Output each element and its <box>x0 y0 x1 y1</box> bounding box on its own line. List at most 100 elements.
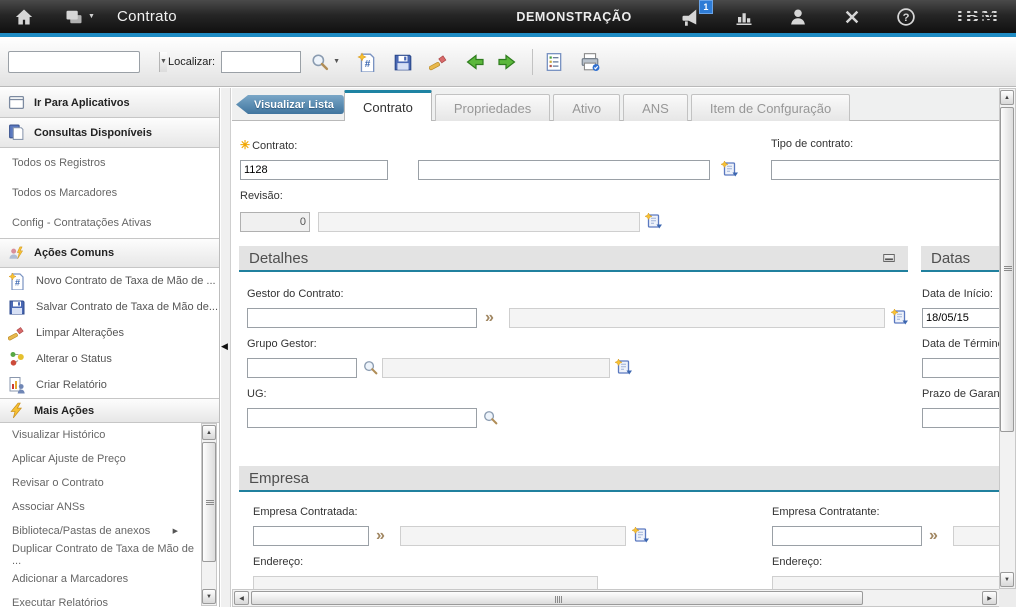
revisao-detail-menu-button[interactable] <box>644 212 664 230</box>
tab-propriedades[interactable]: Propriedades <box>435 94 550 121</box>
more-action-associate-slas[interactable]: Associar ANSs <box>0 495 200 519</box>
action-change-status[interactable]: Alterar o Status <box>0 346 219 372</box>
more-action-view-history[interactable]: Visualizar Histórico <box>0 423 200 447</box>
tabs: Contrato Propriedades Ativo ANS Item de … <box>344 90 853 121</box>
scrollbar-thumb[interactable] <box>1000 107 1014 432</box>
empresa-contratante-input[interactable] <box>772 526 922 546</box>
grupo-gestor-select-value-button[interactable] <box>362 359 379 376</box>
more-action-revise-contract[interactable]: Revisar o Contrato <box>0 471 200 495</box>
prazo-garantia-input[interactable] <box>922 408 999 428</box>
action-create-report[interactable]: Criar Relatório <box>0 372 219 398</box>
sidebar-section-more-actions: Mais Ações <box>0 398 219 423</box>
tab-ativo[interactable]: Ativo <box>553 94 620 121</box>
contrato-input[interactable] <box>240 160 388 180</box>
empresa-title: Empresa <box>249 470 309 487</box>
save-button[interactable] <box>390 49 416 75</box>
action-label: Limpar Alterações <box>36 327 124 339</box>
view-list-button[interactable]: Visualizar Lista <box>236 95 344 114</box>
ug-input[interactable] <box>247 408 477 428</box>
more-action-run-reports[interactable]: Executar Relatórios <box>0 591 200 607</box>
contrato-description-input[interactable] <box>418 160 710 180</box>
previous-record-button[interactable] <box>462 49 488 75</box>
collapse-sidebar-arrow[interactable]: ◀ <box>221 341 228 352</box>
find-input[interactable] <box>221 51 301 73</box>
reports-button[interactable] <box>734 7 754 27</box>
record-combo[interactable]: ▼ <box>8 51 140 73</box>
next-record-button[interactable] <box>494 49 520 75</box>
revisao-description-input <box>318 212 640 232</box>
more-action-duplicate-contract[interactable]: Duplicar Contrato de Taxa de Mão de ... <box>0 543 200 567</box>
datas-title: Datas <box>931 250 970 267</box>
print-icon <box>580 52 600 72</box>
main-panel: Visualizar Lista Contrato Propriedades A… <box>232 88 1016 607</box>
scroll-up-button[interactable]: ▲ <box>202 425 216 440</box>
sidebar: Ir Para Aplicativos Consultas Disponívei… <box>0 88 220 607</box>
goto-chevron-icon[interactable]: » <box>929 526 938 546</box>
action-clear-changes[interactable]: Limpar Alterações <box>0 320 219 346</box>
query-item-active-contracts[interactable]: Config - Contratações Ativas <box>0 208 219 238</box>
goto-chevron-icon[interactable]: » <box>485 308 494 328</box>
logout-button[interactable] <box>842 7 862 27</box>
minimize-icon[interactable] <box>882 251 896 265</box>
search-icon <box>482 409 499 426</box>
tab-ans[interactable]: ANS <box>623 94 688 121</box>
grupo-gestor-detail-menu-button[interactable] <box>614 358 634 376</box>
scrollbar-thumb[interactable] <box>202 442 216 562</box>
contrato-detail-menu-button[interactable] <box>720 160 740 178</box>
scroll-down-button[interactable]: ▼ <box>1000 572 1014 587</box>
environment-label: DEMONSTRAÇÃO <box>516 10 632 24</box>
record-combo-input[interactable] <box>9 52 159 72</box>
print-button[interactable] <box>577 49 603 75</box>
tab-item-de-configuracao[interactable]: Item de Confguração <box>691 94 850 121</box>
detail-menu-icon <box>614 358 634 376</box>
more-action-add-to-bookmarks[interactable]: Adicionar a Marcadores <box>0 567 200 591</box>
profile-icon <box>788 7 808 27</box>
gestor-description-input <box>509 308 885 328</box>
scroll-up-button[interactable]: ▲ <box>1000 90 1014 105</box>
sidebar-section-common-actions: Ações Comuns <box>0 238 219 268</box>
search-options-caret[interactable]: ▼ <box>333 58 340 65</box>
empresa-contratada-detail-menu-button[interactable] <box>631 526 651 544</box>
more-action-attachment-library[interactable]: Biblioteca/Pastas de anexos▶ <box>0 519 200 543</box>
next-record-icon <box>497 52 517 72</box>
reports-icon <box>734 7 754 27</box>
query-item-all-records[interactable]: Todos os Registros <box>0 148 219 178</box>
tipo-contrato-input[interactable] <box>771 160 999 180</box>
empresa-contratada-input[interactable] <box>253 526 369 546</box>
combo-caret-button[interactable]: ▼ <box>159 52 167 72</box>
more-action-apply-price-adjustment[interactable]: Aplicar Ajuste de Preço <box>0 447 200 471</box>
tipo-contrato-label: Tipo de contrato: <box>771 138 853 150</box>
query-item-all-bookmarks[interactable]: Todos os Marcadores <box>0 178 219 208</box>
gestor-input[interactable] <box>247 308 477 328</box>
clear-changes-button[interactable] <box>426 49 452 75</box>
sidebar-item-go-to[interactable]: Ir Para Aplicativos <box>0 88 219 118</box>
action-save-contract[interactable]: Salvar Contrato de Taxa de Mão de... <box>0 294 219 320</box>
scroll-down-button[interactable]: ▼ <box>202 589 216 604</box>
empresa-contratante-label: Empresa Contratante: <box>772 506 880 518</box>
help-button[interactable] <box>896 7 916 27</box>
scroll-left-button[interactable]: ◀ <box>234 591 249 605</box>
data-termino-input[interactable] <box>922 358 999 378</box>
record-toolbar: ▼ Localizar: ▼ <box>0 37 1016 87</box>
search-button[interactable] <box>307 49 333 75</box>
goto-menu-button[interactable]: ▼ <box>64 7 95 27</box>
grupo-gestor-input[interactable] <box>247 358 357 378</box>
profile-button[interactable] <box>788 7 808 27</box>
new-record-button[interactable] <box>354 49 380 75</box>
gestor-detail-menu-button[interactable] <box>890 308 910 326</box>
endereco-contratante-input <box>772 576 999 589</box>
lightning-icon <box>8 402 25 419</box>
scroll-right-button[interactable]: ▶ <box>982 591 997 605</box>
home-icon[interactable] <box>14 7 34 27</box>
ug-select-value-button[interactable] <box>482 409 499 426</box>
empresa-contratada-description-input <box>400 526 626 546</box>
reports-list-button[interactable] <box>541 49 567 75</box>
sidebar-section-queries[interactable]: Consultas Disponíveis <box>0 118 219 148</box>
tab-contrato[interactable]: Contrato <box>344 90 432 121</box>
announcements-button[interactable]: 1 <box>680 7 700 27</box>
required-asterisk-icon: ✳ <box>240 138 250 152</box>
data-inicio-input[interactable] <box>922 308 999 328</box>
action-new-contract[interactable]: Novo Contrato de Taxa de Mão de ... <box>0 268 219 294</box>
scrollbar-thumb[interactable] <box>251 591 863 605</box>
goto-chevron-icon[interactable]: » <box>376 526 385 546</box>
